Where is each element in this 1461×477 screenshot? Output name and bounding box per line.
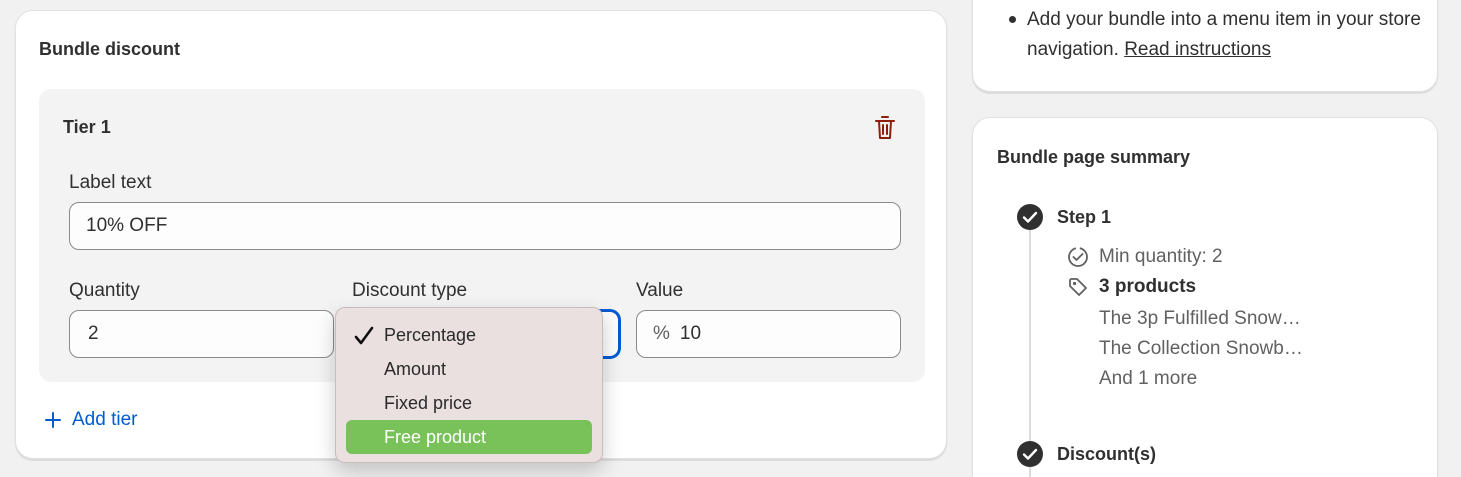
quantity-input[interactable]: 2 xyxy=(69,310,334,358)
min-quantity-row: Min quantity: 2 xyxy=(1067,246,1223,268)
summary-title: Bundle page summary xyxy=(997,147,1191,167)
value-label: Value xyxy=(636,280,684,301)
instructions-card: Add your bundle into a menu item in your… xyxy=(972,0,1438,92)
read-instructions-link[interactable]: Read instructions xyxy=(1124,39,1271,60)
plus-icon xyxy=(45,412,61,428)
percent-prefix: % xyxy=(653,323,670,344)
add-tier-label: Add tier xyxy=(72,409,138,430)
product-item: The 3p Fulfilled Snow… xyxy=(1099,308,1301,329)
tier-title: Tier 1 xyxy=(63,117,111,137)
quantity-label: Quantity xyxy=(69,280,140,301)
menu-item-label: Amount xyxy=(384,359,447,379)
menu-item-label: Free product xyxy=(384,427,487,447)
badge-check-icon xyxy=(1068,247,1088,267)
menu-item-amount[interactable]: Amount xyxy=(346,352,592,386)
discount-type-label: Discount type xyxy=(352,280,468,301)
min-quantity-text: Min quantity: 2 xyxy=(1099,246,1223,267)
timeline-line xyxy=(1029,228,1031,477)
menu-item-free-product[interactable]: Free product xyxy=(346,420,592,454)
add-tier-button[interactable]: Add tier xyxy=(44,409,137,431)
bullet-point xyxy=(1009,16,1016,23)
label-text-label: Label text xyxy=(69,172,152,193)
menu-item-label: Fixed price xyxy=(384,393,473,413)
menu-item-fixed-price[interactable]: Fixed price xyxy=(346,386,592,420)
bundle-summary-card: Bundle page summary Step 1 Min quantity:… xyxy=(972,117,1438,477)
discount-type-menu: Percentage Amount Fixed price Free produ… xyxy=(335,307,603,463)
circle-check-icon xyxy=(1017,441,1043,467)
more-products-text: And 1 more xyxy=(1099,368,1198,389)
menu-item-percentage[interactable]: Percentage xyxy=(346,318,592,352)
discounts-label: Discount(s) xyxy=(1057,444,1156,464)
instructions-text: Add your bundle into a menu item in your… xyxy=(1027,5,1427,65)
value-text: 10 xyxy=(679,323,702,344)
value-input[interactable]: % 10 xyxy=(636,310,901,358)
products-row: 3 products xyxy=(1067,276,1196,298)
tag-icon xyxy=(1069,278,1087,296)
bundle-discount-title: Bundle discount xyxy=(39,39,180,59)
step-1-label: Step 1 xyxy=(1057,207,1112,227)
label-text-input[interactable]: 10% OFF xyxy=(69,202,901,250)
products-count: 3 products xyxy=(1099,276,1197,297)
product-item: The Collection Snowb… xyxy=(1099,338,1303,359)
trash-icon[interactable] xyxy=(873,115,897,141)
circle-check-icon xyxy=(1017,204,1043,230)
menu-item-label: Percentage xyxy=(384,325,477,345)
checkmark-icon xyxy=(354,326,374,345)
